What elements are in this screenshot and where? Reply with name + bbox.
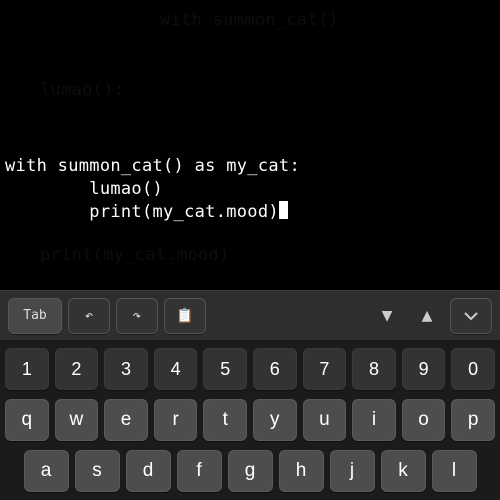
clipboard-button[interactable]: 📋 [164,298,206,334]
text-cursor [279,201,288,219]
dismiss-keyboard-button[interactable] [450,298,492,334]
key-f[interactable]: f [177,450,222,492]
key-8[interactable]: 8 [352,348,396,390]
key-u[interactable]: u [303,399,347,441]
key-e[interactable]: e [104,399,148,441]
ghost-below: print(my_cat.mood) [40,245,230,265]
key-3[interactable]: 3 [104,348,148,390]
key-9[interactable]: 9 [402,348,446,390]
key-j[interactable]: j [330,450,375,492]
keyboard-number-row: 1 2 3 4 5 6 7 8 9 0 [5,348,495,390]
key-6[interactable]: 6 [253,348,297,390]
key-s[interactable]: s [75,450,120,492]
key-a[interactable]: a [24,450,69,492]
move-down-button[interactable]: ▼ [370,299,404,333]
keyboard-mid-row: a s d f g h j k l [5,450,495,492]
key-1[interactable]: 1 [5,348,49,390]
code-editor[interactable]: with summon_cat() lumao(): with summon_c… [0,0,500,290]
active-code: with summon_cat() as my_cat: lumao() pri… [5,155,300,224]
chevron-down-icon [463,308,479,324]
redo-button[interactable]: ↷ [116,298,158,334]
key-q[interactable]: q [5,399,49,441]
tab-button[interactable]: Tab [8,298,62,334]
key-4[interactable]: 4 [154,348,198,390]
key-h[interactable]: h [279,450,324,492]
key-w[interactable]: w [55,399,99,441]
key-t[interactable]: t [203,399,247,441]
key-5[interactable]: 5 [203,348,247,390]
ghost-code-1: with summon_cat() [160,10,339,30]
key-l[interactable]: l [432,450,477,492]
code-line-3: print(my_cat.mood) [5,202,279,222]
key-2[interactable]: 2 [55,348,99,390]
keyboard-top-row: q w e r t y u i o p [5,399,495,441]
ghost-code-2: lumao(): [40,80,124,100]
key-7[interactable]: 7 [303,348,347,390]
key-0[interactable]: 0 [451,348,495,390]
onscreen-keyboard: 1 2 3 4 5 6 7 8 9 0 q w e r t y u i o p … [0,340,500,500]
move-up-button[interactable]: ▲ [410,299,444,333]
key-k[interactable]: k [381,450,426,492]
key-p[interactable]: p [451,399,495,441]
code-line-1: with summon_cat() as my_cat: [5,156,300,176]
key-r[interactable]: r [154,399,198,441]
key-o[interactable]: o [402,399,446,441]
key-i[interactable]: i [352,399,396,441]
key-y[interactable]: y [253,399,297,441]
accessory-toolbar: Tab ↶ ↷ 📋 ▼ ▲ [0,290,500,340]
key-g[interactable]: g [228,450,273,492]
undo-button[interactable]: ↶ [68,298,110,334]
code-line-2: lumao() [5,179,163,199]
key-d[interactable]: d [126,450,171,492]
